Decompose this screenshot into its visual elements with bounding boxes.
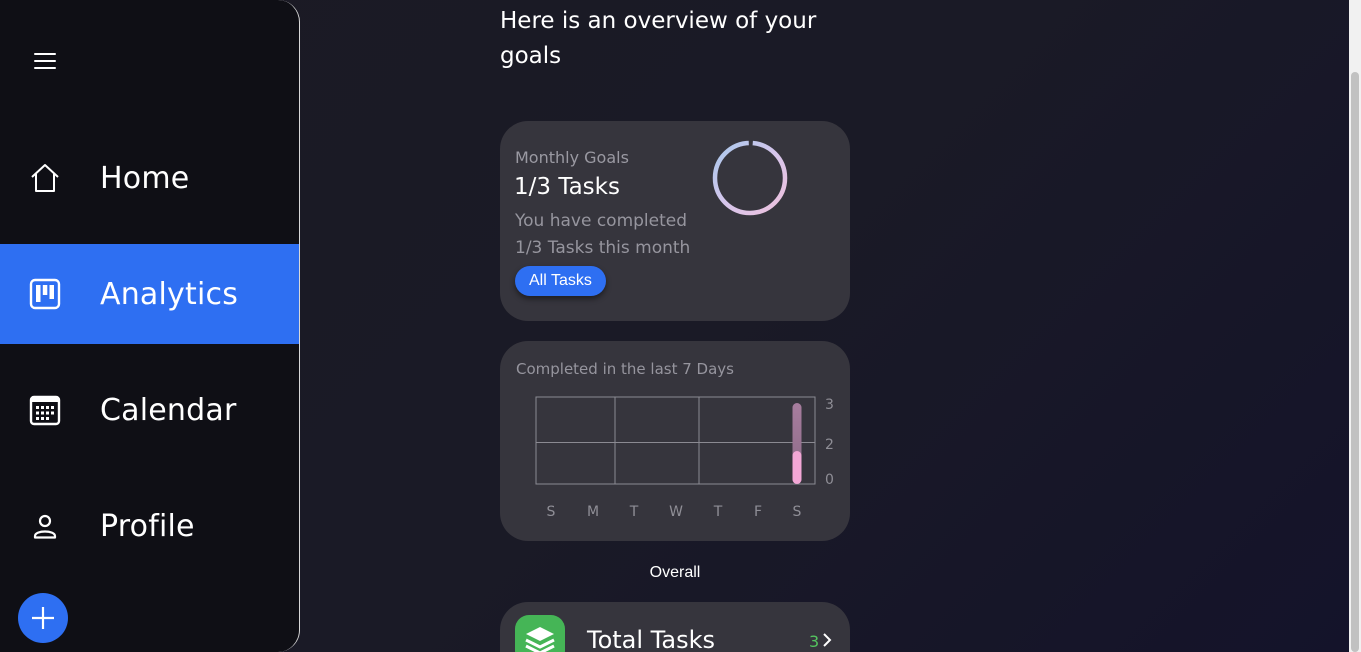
chart-bar (792, 451, 802, 484)
total-tasks-label: Total Tasks (587, 626, 715, 652)
sidebar-item-analytics[interactable]: Analytics (0, 244, 299, 344)
chart-x-tick-label: T (629, 504, 639, 520)
sidebar-item-label: Profile (100, 508, 195, 544)
chart-x-tick-label: W (669, 504, 683, 520)
add-button[interactable] (18, 593, 68, 643)
goals-description: You have completed 1/3 Tasks this month (515, 211, 691, 258)
weekly-chart-card: Completed in the last 7 Days SMTWTFS 320 (500, 341, 850, 541)
chart-x-tick-label: S (547, 504, 556, 520)
goals-count: 1/3 Tasks (514, 174, 620, 200)
chart-y-tick-label: 2 (825, 437, 834, 453)
chart-grid-frame (535, 396, 816, 485)
total-tasks-count: 3 (809, 632, 820, 651)
chart-x-tick-label: M (587, 504, 599, 520)
layers-icon (515, 615, 565, 652)
chart-x-tick-label: F (754, 504, 762, 520)
scrollbar[interactable] (1349, 0, 1361, 652)
sidebar: Home Analytics Calendar Profile (0, 0, 300, 652)
goals-subtitle: Monthly Goals (515, 148, 629, 167)
chart-x-tick-label: T (713, 504, 723, 520)
chart-y-tick-label: 3 (825, 397, 834, 413)
sidebar-item-home[interactable]: Home (0, 128, 299, 228)
progress-ring (712, 140, 788, 216)
chart-x-tick-label: S (793, 504, 802, 520)
hamburger-menu-icon[interactable] (32, 50, 58, 72)
calendar-icon (29, 395, 61, 426)
scrollbar-thumb[interactable] (1351, 72, 1359, 652)
plus-icon (32, 607, 54, 629)
sidebar-item-label: Analytics (100, 276, 239, 312)
sidebar-item-calendar[interactable]: Calendar (0, 360, 299, 460)
chart-y-tick-label: 0 (825, 472, 834, 488)
all-tasks-button[interactable]: All Tasks (515, 266, 606, 296)
sidebar-item-label: Calendar (100, 392, 237, 428)
profile-icon (33, 514, 57, 539)
sidebar-item-label: Home (100, 160, 190, 196)
weekly-bar-chart: S M T W T F S 3 2 0 (535, 396, 834, 520)
total-tasks-card[interactable]: Total Tasks 3 (500, 602, 850, 652)
page-title: Here is an overview of your goals (500, 8, 817, 69)
monthly-goals-card: Monthly Goals 1/3 Tasks You have complet… (500, 121, 850, 321)
analytics-icon (29, 278, 61, 310)
sidebar-item-profile[interactable]: Profile (0, 476, 299, 576)
home-icon (31, 164, 59, 192)
overall-heading: Overall (649, 564, 701, 581)
chevron-right-icon[interactable] (821, 632, 833, 648)
